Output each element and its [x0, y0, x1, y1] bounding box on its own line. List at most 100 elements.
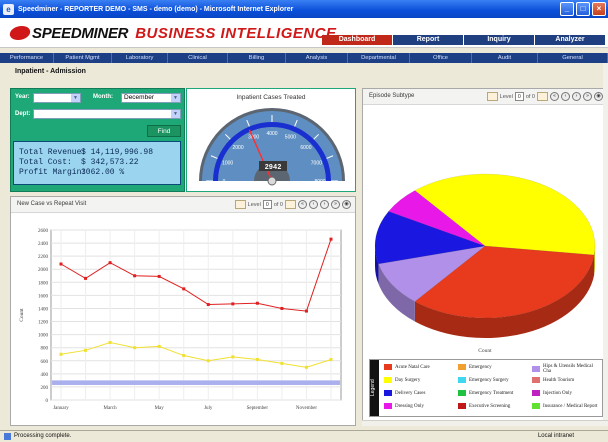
cases-gauge-panel: Inpatient Cases Treated 0100020003000400…: [186, 88, 356, 192]
data-point: [280, 306, 284, 310]
legend-label: Executive Screening: [469, 403, 511, 409]
module-navigation: Performance Patient Mgmt Laboratory Clin…: [0, 53, 608, 63]
subnav-laboratory[interactable]: Laboratory: [112, 53, 168, 63]
prev-icon[interactable]: ‹: [561, 92, 570, 101]
month-select[interactable]: December ▼: [121, 93, 181, 103]
pie-panel-header: Episode Subtype Level 0 of 0 « ‹ › » ◉: [363, 89, 607, 105]
tab-inquiry[interactable]: Inquiry: [464, 35, 534, 45]
subnav-clinical[interactable]: Clinical: [168, 53, 228, 63]
legend-item: Hips & Utensils Medical Cha: [532, 364, 602, 374]
data-point: [206, 359, 210, 363]
legend-label: Emergency Treatment: [469, 390, 514, 396]
chevron-down-icon: ▼: [71, 94, 80, 102]
year-select[interactable]: ▼: [33, 93, 81, 103]
prev-icon[interactable]: ‹: [309, 200, 318, 209]
data-point: [108, 261, 112, 265]
legend-swatch: [384, 364, 392, 370]
y-tick-label: 2000: [38, 268, 49, 273]
y-tick-label: 400: [41, 373, 49, 378]
last-icon[interactable]: »: [331, 200, 340, 209]
legend-item: Health Tourism: [532, 377, 574, 383]
cost-value: $ 342,573.22: [81, 158, 139, 167]
drill-icon[interactable]: ◉: [342, 200, 351, 209]
y-tick-label: 1000: [38, 334, 49, 339]
level-of-label: of 0: [273, 201, 283, 208]
legend-swatch: [458, 364, 466, 370]
x-tick-label: July: [204, 406, 213, 411]
subnav-office[interactable]: Office: [410, 53, 472, 63]
horizontal-scrollbar[interactable]: [362, 420, 608, 426]
maximize-button[interactable]: □: [576, 2, 590, 16]
y-tick-label: 1400: [38, 307, 49, 312]
security-zone: Local intranet: [537, 433, 574, 439]
margin-label: Profit Margin:: [19, 168, 87, 177]
gauge-tick-label: 7000: [311, 161, 322, 167]
vertical-scrollbar[interactable]: [603, 63, 608, 426]
tab-report[interactable]: Report: [393, 35, 463, 45]
legend-item: Insurance / Medical Report: [532, 403, 598, 409]
legend-swatch: [532, 390, 540, 396]
chevron-down-icon: ▼: [171, 110, 180, 118]
gauge-tick-label: 5000: [285, 135, 296, 141]
gauge-svg: 0100020003000400050006000700080002942: [199, 108, 345, 186]
subnav-audit[interactable]: Audit: [472, 53, 538, 63]
subnav-general[interactable]: General: [538, 53, 608, 63]
level-input[interactable]: 0: [514, 92, 524, 101]
first-icon[interactable]: «: [298, 200, 307, 209]
legend-label: Dressing Only: [395, 403, 425, 409]
x-tick-label: May: [155, 406, 165, 411]
tab-dashboard[interactable]: Dashboard: [322, 35, 392, 45]
last-icon[interactable]: »: [583, 92, 592, 101]
legend-item: Emergency: [458, 364, 492, 370]
y-axis-label: Count: [19, 308, 25, 322]
find-button[interactable]: Find: [147, 125, 181, 137]
app-header: SPEEDMINER BUSINESS INTELLIGENCE Dashboa…: [0, 18, 608, 48]
status-text: Processing complete.: [3, 433, 72, 440]
subnav-departmental[interactable]: Departmental: [348, 53, 410, 63]
close-button[interactable]: ×: [592, 2, 606, 16]
legend-swatch: [532, 403, 540, 409]
cost-label: Total Cost:: [19, 158, 72, 167]
month-value: December: [124, 94, 154, 101]
minimize-button[interactable]: _: [560, 2, 574, 16]
episode-subtype-panel: Episode Subtype Level 0 of 0 « ‹ › » ◉ C…: [362, 88, 608, 426]
legend-label: Day Surgery: [395, 377, 421, 383]
subnav-billing[interactable]: Billing: [228, 53, 286, 63]
pie-chart: Count: [374, 173, 596, 354]
line-panel-controls: Level 0 of 0 « ‹ › » ◉: [234, 200, 351, 209]
subnav-patient-mgmt[interactable]: Patient Mgmt: [54, 53, 112, 63]
legend-item: Day Surgery: [384, 377, 420, 383]
status-bar: Processing complete. Local intranet: [0, 430, 608, 442]
first-icon[interactable]: «: [550, 92, 559, 101]
financial-summary: Total Revenue: $ 14,119,996.98 Total Cost…: [13, 141, 181, 185]
brand-tagline: BUSINESS INTELLIGENCE: [135, 24, 337, 42]
level-of-label: of 0: [525, 93, 535, 100]
next-icon[interactable]: ›: [572, 92, 581, 101]
next-icon[interactable]: ›: [320, 200, 329, 209]
tab-analyzer[interactable]: Analyzer: [535, 35, 605, 45]
data-point: [133, 346, 137, 350]
y-tick-label: 200: [41, 386, 49, 391]
y-tick-label: 1200: [38, 321, 49, 326]
dept-select[interactable]: ▼: [33, 109, 181, 119]
subnav-analysis[interactable]: Analysis: [286, 53, 348, 63]
data-point: [304, 309, 308, 313]
subnav-performance[interactable]: Performance: [0, 53, 54, 63]
legend-item: Emergency Treatment: [458, 390, 513, 396]
x-tick-label: November: [296, 406, 317, 411]
revenue-value: $ 14,119,996.98: [81, 148, 154, 157]
margin-value: 3062.00 %: [81, 168, 125, 177]
gauge-tick-label: 4000: [266, 131, 277, 137]
data-point: [84, 276, 88, 280]
drill-icon[interactable]: ◉: [594, 92, 603, 101]
level-input[interactable]: 0: [262, 200, 272, 209]
browser-window: e Speedminer - REPORTER DEMO - SMS - dem…: [0, 0, 608, 442]
y-tick-label: 600: [41, 360, 49, 365]
x-tick-label: January: [53, 406, 69, 411]
legend-label: Emergency Surgery: [469, 377, 509, 383]
legend-item: Delivery Cases: [384, 390, 425, 396]
data-point: [231, 302, 235, 306]
gauge-tick-label: 1000: [222, 161, 233, 167]
legend-swatch: [384, 377, 392, 383]
pie-legend: Legend Acute Natal Care Emergency Hips & U…: [369, 359, 603, 417]
